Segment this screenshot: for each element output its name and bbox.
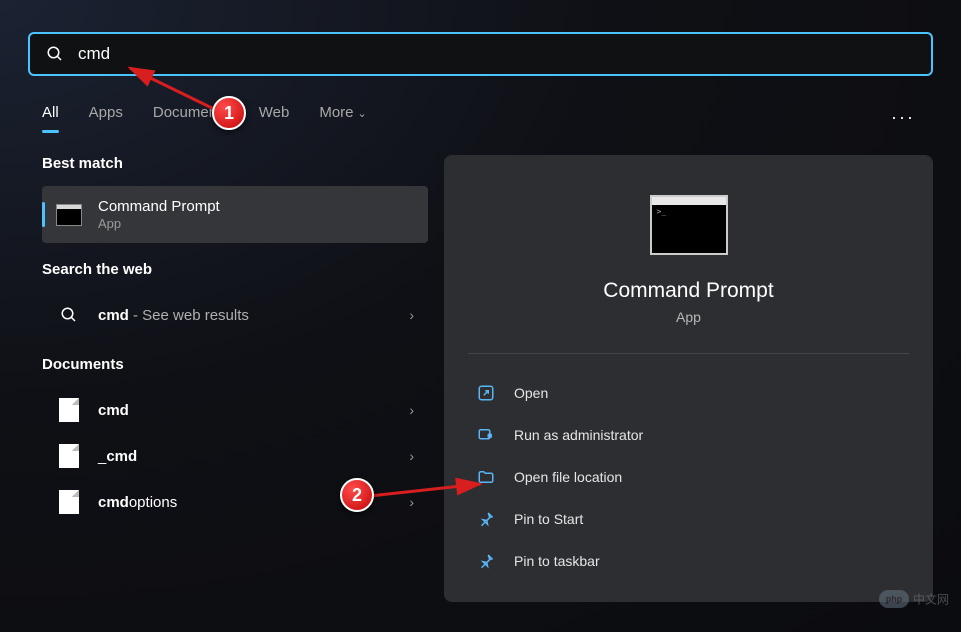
action-label: Pin to taskbar — [514, 553, 600, 569]
action-open-file-location[interactable]: Open file location — [468, 456, 909, 498]
open-icon — [476, 383, 496, 403]
watermark: 中文网 — [879, 590, 949, 608]
tab-all[interactable]: All — [42, 104, 59, 131]
result-subtitle: App — [98, 216, 414, 231]
action-label: Run as administrator — [514, 427, 643, 443]
shield-admin-icon — [476, 425, 496, 445]
action-pin-to-taskbar[interactable]: Pin to taskbar — [468, 540, 909, 582]
start-search-panel: All Apps Documents Web More⌄ ··· Best ma… — [0, 0, 961, 632]
chevron-right-icon: › — [409, 448, 414, 464]
tab-documents[interactable]: Documents — [153, 104, 229, 131]
result-doc[interactable]: cmdoptions › — [42, 479, 428, 525]
result-web[interactable]: cmd - See web results › — [42, 292, 428, 338]
chevron-right-icon: › — [409, 402, 414, 418]
action-open[interactable]: Open — [468, 372, 909, 414]
result-doc[interactable]: cmd › — [42, 387, 428, 433]
tab-apps[interactable]: Apps — [89, 104, 123, 131]
search-box[interactable] — [28, 32, 933, 76]
filter-tabs: All Apps Documents Web More⌄ — [42, 104, 367, 131]
search-icon — [46, 45, 64, 63]
result-best-match[interactable]: Command Prompt App — [42, 186, 428, 243]
action-label: Open file location — [514, 469, 622, 485]
result-title: cmd — [98, 402, 409, 419]
action-run-as-admin[interactable]: Run as administrator — [468, 414, 909, 456]
command-prompt-icon — [56, 204, 82, 226]
pin-icon — [476, 509, 496, 529]
result-title: cmd - See web results — [98, 307, 409, 324]
details-pane: Command Prompt App Open Run as administr… — [444, 155, 933, 602]
chevron-right-icon: › — [409, 307, 414, 323]
section-heading-web: Search the web — [42, 261, 428, 278]
file-icon — [56, 491, 82, 513]
file-icon — [56, 445, 82, 467]
search-input[interactable] — [78, 44, 915, 64]
action-pin-to-start[interactable]: Pin to Start — [468, 498, 909, 540]
section-heading-best-match: Best match — [42, 155, 428, 172]
tab-web[interactable]: Web — [259, 104, 290, 131]
action-label: Open — [514, 385, 548, 401]
file-icon — [56, 399, 82, 421]
result-doc[interactable]: _cmd › — [42, 433, 428, 479]
action-label: Pin to Start — [514, 511, 583, 527]
app-icon-large — [650, 195, 728, 255]
search-icon — [56, 304, 82, 326]
section-heading-documents: Documents — [42, 356, 428, 373]
chevron-down-icon: ⌄ — [358, 108, 367, 120]
php-logo-icon — [879, 590, 909, 608]
divider — [468, 353, 909, 354]
results-list: Best match Command Prompt App Search the… — [28, 155, 428, 602]
result-title: Command Prompt — [98, 198, 414, 215]
folder-icon — [476, 467, 496, 487]
tab-more[interactable]: More⌄ — [319, 104, 366, 131]
pin-icon — [476, 551, 496, 571]
overflow-menu-button[interactable]: ··· — [891, 107, 919, 128]
result-title: _cmd — [98, 448, 409, 465]
details-subtitle: App — [468, 309, 909, 325]
result-title: cmdoptions — [98, 494, 409, 511]
chevron-right-icon: › — [409, 494, 414, 510]
details-title: Command Prompt — [468, 279, 909, 303]
